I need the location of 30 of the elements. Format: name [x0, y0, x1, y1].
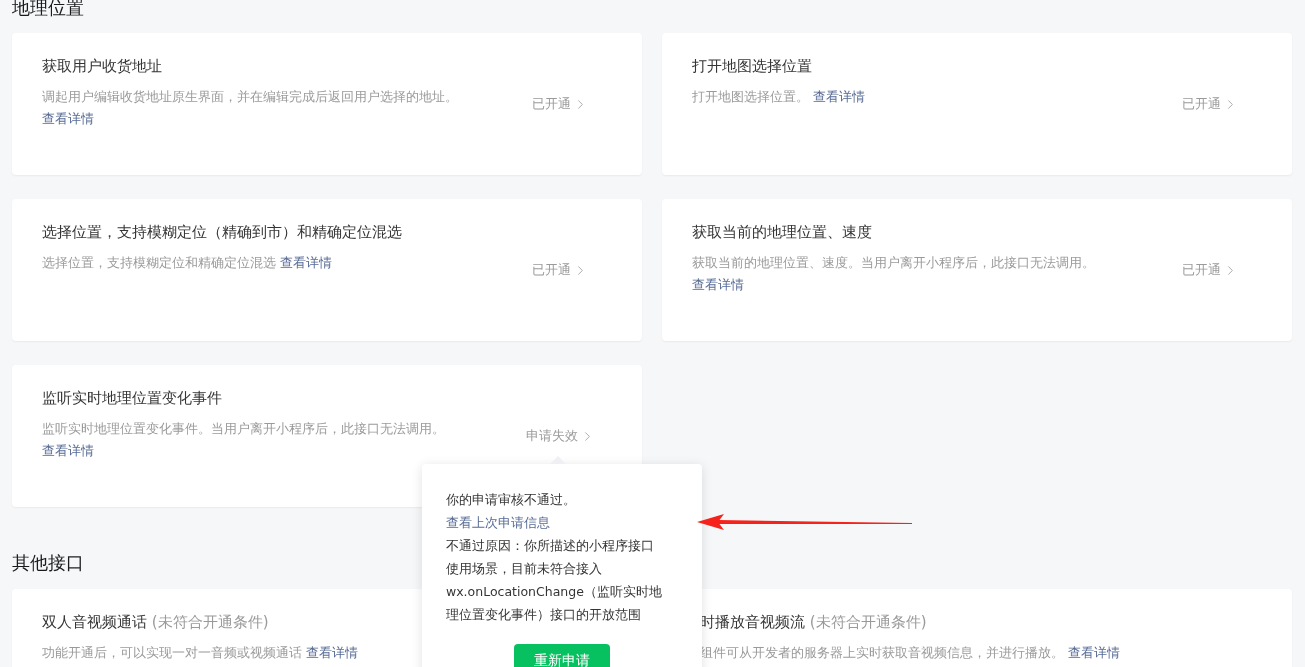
details-link[interactable]: 查看详情: [42, 443, 94, 458]
status-link[interactable]: 已开通: [520, 261, 600, 279]
api-description: 调起用户编辑收货地址原生界面，并在编辑完成后返回用户选择的地址。 查看详情: [42, 88, 459, 128]
section-heading: 地理位置: [12, 0, 84, 20]
status-link[interactable]: 已开通: [1170, 261, 1250, 279]
status-link[interactable]: 申请失效: [520, 427, 600, 445]
rejection-reason: 不通过原因：你所描述的小程序接口使用场景，目前未符合接入wx.onLocationChange（监听实时地理位置变化事件）接口的开放范围: [446, 537, 662, 624]
api-title: 获取用户收货地址: [42, 56, 163, 77]
review-message: 你的申请审核不通过。 查看上次申请信息: [446, 491, 577, 532]
eligibility-note: (未符合开通条件): [809, 613, 927, 631]
api-description: 监听实时地理位置变化事件。当用户离开小程序后，此接口无法调用。 查看详情: [42, 420, 446, 460]
details-link[interactable]: 查看详情: [280, 255, 332, 270]
api-title: 监听实时地理位置变化事件: [42, 388, 223, 409]
section-heading: 其他接口: [12, 551, 84, 575]
api-description: 打开地图选择位置。 查看详情: [692, 88, 866, 106]
api-description: 获取当前的地理位置、速度。当用户离开小程序后，此接口无法调用。 查看详情: [692, 254, 1096, 294]
details-link[interactable]: 查看详情: [813, 89, 865, 104]
api-title: 打开地图选择位置: [692, 56, 813, 77]
last-application-link[interactable]: 查看上次申请信息: [446, 515, 550, 530]
api-title: 获取当前的地理位置、速度: [692, 222, 873, 243]
details-link[interactable]: 查看详情: [1068, 645, 1120, 660]
api-title: 双人音视频通话: [42, 613, 148, 631]
details-link[interactable]: 查看详情: [692, 277, 744, 292]
api-title: 选择位置，支持模糊定位（精确到市）和精确定位混选: [42, 222, 403, 243]
details-link[interactable]: 查看详情: [306, 645, 358, 660]
status-link[interactable]: 已开通: [520, 95, 600, 113]
eligibility-note: (未符合开通条件): [151, 613, 269, 631]
status-link[interactable]: 已开通: [1170, 95, 1250, 113]
api-description: 选择位置，支持模糊定位和精确定位混选 查看详情: [42, 254, 333, 272]
details-link[interactable]: 查看详情: [42, 111, 94, 126]
